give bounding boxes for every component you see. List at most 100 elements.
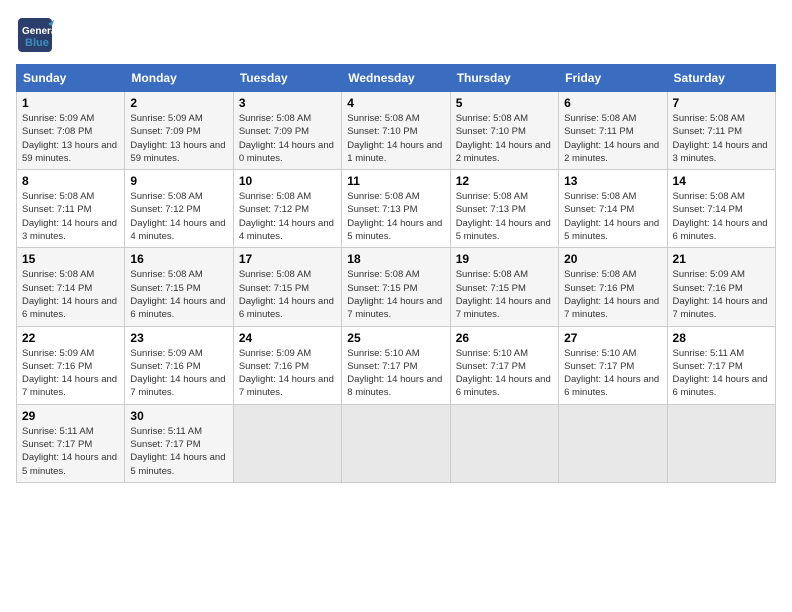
day-number: 9 [130,174,227,188]
weekday-header-thursday: Thursday [450,65,558,92]
calendar-cell: 4 Sunrise: 5:08 AMSunset: 7:10 PMDaylight… [342,92,450,170]
day-number: 27 [564,331,661,345]
weekday-header-friday: Friday [559,65,667,92]
day-info: Sunrise: 5:08 AMSunset: 7:10 PMDaylight:… [347,112,444,165]
calendar-cell: 11 Sunrise: 5:08 AMSunset: 7:13 PMDayligh… [342,170,450,248]
calendar-cell [342,404,450,482]
page-header: General Blue [16,16,776,54]
day-number: 21 [673,252,770,266]
day-number: 22 [22,331,119,345]
calendar-cell: 22 Sunrise: 5:09 AMSunset: 7:16 PMDayligh… [17,326,125,404]
calendar-cell: 2 Sunrise: 5:09 AMSunset: 7:09 PMDaylight… [125,92,233,170]
day-number: 13 [564,174,661,188]
weekday-header-monday: Monday [125,65,233,92]
day-number: 26 [456,331,553,345]
calendar-week-5: 29 Sunrise: 5:11 AMSunset: 7:17 PMDayligh… [17,404,776,482]
weekday-header-sunday: Sunday [17,65,125,92]
day-info: Sunrise: 5:08 AMSunset: 7:11 PMDaylight:… [22,190,119,243]
day-info: Sunrise: 5:08 AMSunset: 7:14 PMDaylight:… [673,190,770,243]
day-number: 2 [130,96,227,110]
calendar-cell: 1Sunrise: 5:09 AMSunset: 7:08 PMDaylight… [17,92,125,170]
calendar-cell [233,404,341,482]
calendar-cell: 6 Sunrise: 5:08 AMSunset: 7:11 PMDaylight… [559,92,667,170]
day-info: Sunrise: 5:08 AMSunset: 7:13 PMDaylight:… [347,190,444,243]
calendar-cell: 8 Sunrise: 5:08 AMSunset: 7:11 PMDaylight… [17,170,125,248]
calendar-cell: 16 Sunrise: 5:08 AMSunset: 7:15 PMDayligh… [125,248,233,326]
day-number: 29 [22,409,119,423]
calendar-cell: 20 Sunrise: 5:08 AMSunset: 7:16 PMDayligh… [559,248,667,326]
day-number: 17 [239,252,336,266]
calendar-cell: 19 Sunrise: 5:08 AMSunset: 7:15 PMDayligh… [450,248,558,326]
calendar-cell: 9 Sunrise: 5:08 AMSunset: 7:12 PMDaylight… [125,170,233,248]
day-info: Sunrise: 5:08 AMSunset: 7:15 PMDaylight:… [456,268,553,321]
calendar-cell: 18 Sunrise: 5:08 AMSunset: 7:15 PMDayligh… [342,248,450,326]
day-info: Sunrise: 5:09 AMSunset: 7:16 PMDaylight:… [130,347,227,400]
calendar-cell: 17 Sunrise: 5:08 AMSunset: 7:15 PMDayligh… [233,248,341,326]
day-info: Sunrise: 5:10 AMSunset: 7:17 PMDaylight:… [564,347,661,400]
day-number: 12 [456,174,553,188]
weekday-header-saturday: Saturday [667,65,775,92]
day-number: 16 [130,252,227,266]
svg-text:General: General [22,26,54,37]
day-info: Sunrise: 5:10 AMSunset: 7:17 PMDaylight:… [456,347,553,400]
day-info: Sunrise: 5:08 AMSunset: 7:14 PMDaylight:… [22,268,119,321]
day-info: Sunrise: 5:09 AMSunset: 7:16 PMDaylight:… [239,347,336,400]
day-info: Sunrise: 5:08 AMSunset: 7:09 PMDaylight:… [239,112,336,165]
day-info: Sunrise: 5:08 AMSunset: 7:11 PMDaylight:… [673,112,770,165]
day-number: 10 [239,174,336,188]
day-info: Sunrise: 5:08 AMSunset: 7:13 PMDaylight:… [456,190,553,243]
logo-icon: General Blue [16,16,54,54]
day-info: Sunrise: 5:11 AMSunset: 7:17 PMDaylight:… [130,425,227,478]
day-info: Sunrise: 5:08 AMSunset: 7:12 PMDaylight:… [130,190,227,243]
day-number: 30 [130,409,227,423]
day-number: 23 [130,331,227,345]
weekday-header-wednesday: Wednesday [342,65,450,92]
day-info: Sunrise: 5:08 AMSunset: 7:11 PMDaylight:… [564,112,661,165]
day-number: 3 [239,96,336,110]
svg-text:Blue: Blue [25,37,49,49]
calendar-cell [667,404,775,482]
day-info: Sunrise: 5:09 AMSunset: 7:16 PMDaylight:… [22,347,119,400]
calendar-week-4: 22 Sunrise: 5:09 AMSunset: 7:16 PMDayligh… [17,326,776,404]
day-number: 28 [673,331,770,345]
day-info: Sunrise: 5:09 AMSunset: 7:08 PMDaylight:… [22,112,119,165]
day-info: Sunrise: 5:08 AMSunset: 7:15 PMDaylight:… [239,268,336,321]
calendar-cell [450,404,558,482]
day-info: Sunrise: 5:08 AMSunset: 7:14 PMDaylight:… [564,190,661,243]
day-number: 18 [347,252,444,266]
day-info: Sunrise: 5:08 AMSunset: 7:16 PMDaylight:… [564,268,661,321]
day-number: 15 [22,252,119,266]
calendar-week-2: 8 Sunrise: 5:08 AMSunset: 7:11 PMDaylight… [17,170,776,248]
day-info: Sunrise: 5:10 AMSunset: 7:17 PMDaylight:… [347,347,444,400]
day-number: 4 [347,96,444,110]
calendar-cell: 21Sunrise: 5:09 AMSunset: 7:16 PMDayligh… [667,248,775,326]
calendar-cell: 24Sunrise: 5:09 AMSunset: 7:16 PMDayligh… [233,326,341,404]
day-number: 19 [456,252,553,266]
day-number: 25 [347,331,444,345]
weekday-header-tuesday: Tuesday [233,65,341,92]
calendar-cell: 27 Sunrise: 5:10 AMSunset: 7:17 PMDayligh… [559,326,667,404]
day-number: 8 [22,174,119,188]
calendar-cell: 10 Sunrise: 5:08 AMSunset: 7:12 PMDayligh… [233,170,341,248]
day-number: 11 [347,174,444,188]
calendar-week-1: 1Sunrise: 5:09 AMSunset: 7:08 PMDaylight… [17,92,776,170]
day-info: Sunrise: 5:11 AMSunset: 7:17 PMDaylight:… [22,425,119,478]
logo: General Blue [16,16,54,54]
day-info: Sunrise: 5:09 AMSunset: 7:09 PMDaylight:… [130,112,227,165]
day-number: 7 [673,96,770,110]
day-info: Sunrise: 5:08 AMSunset: 7:15 PMDaylight:… [347,268,444,321]
calendar-cell: 15 Sunrise: 5:08 AMSunset: 7:14 PMDayligh… [17,248,125,326]
calendar-cell: 7 Sunrise: 5:08 AMSunset: 7:11 PMDaylight… [667,92,775,170]
calendar-header-row: SundayMondayTuesdayWednesdayThursdayFrid… [17,65,776,92]
day-number: 20 [564,252,661,266]
day-info: Sunrise: 5:11 AMSunset: 7:17 PMDaylight:… [673,347,770,400]
calendar-week-3: 15 Sunrise: 5:08 AMSunset: 7:14 PMDayligh… [17,248,776,326]
calendar-cell: 23 Sunrise: 5:09 AMSunset: 7:16 PMDayligh… [125,326,233,404]
day-info: Sunrise: 5:08 AMSunset: 7:10 PMDaylight:… [456,112,553,165]
day-number: 6 [564,96,661,110]
calendar-cell: 13 Sunrise: 5:08 AMSunset: 7:14 PMDayligh… [559,170,667,248]
day-info: Sunrise: 5:08 AMSunset: 7:12 PMDaylight:… [239,190,336,243]
calendar-cell: 5Sunrise: 5:08 AMSunset: 7:10 PMDaylight… [450,92,558,170]
calendar-cell: 26 Sunrise: 5:10 AMSunset: 7:17 PMDayligh… [450,326,558,404]
day-info: Sunrise: 5:08 AMSunset: 7:15 PMDaylight:… [130,268,227,321]
